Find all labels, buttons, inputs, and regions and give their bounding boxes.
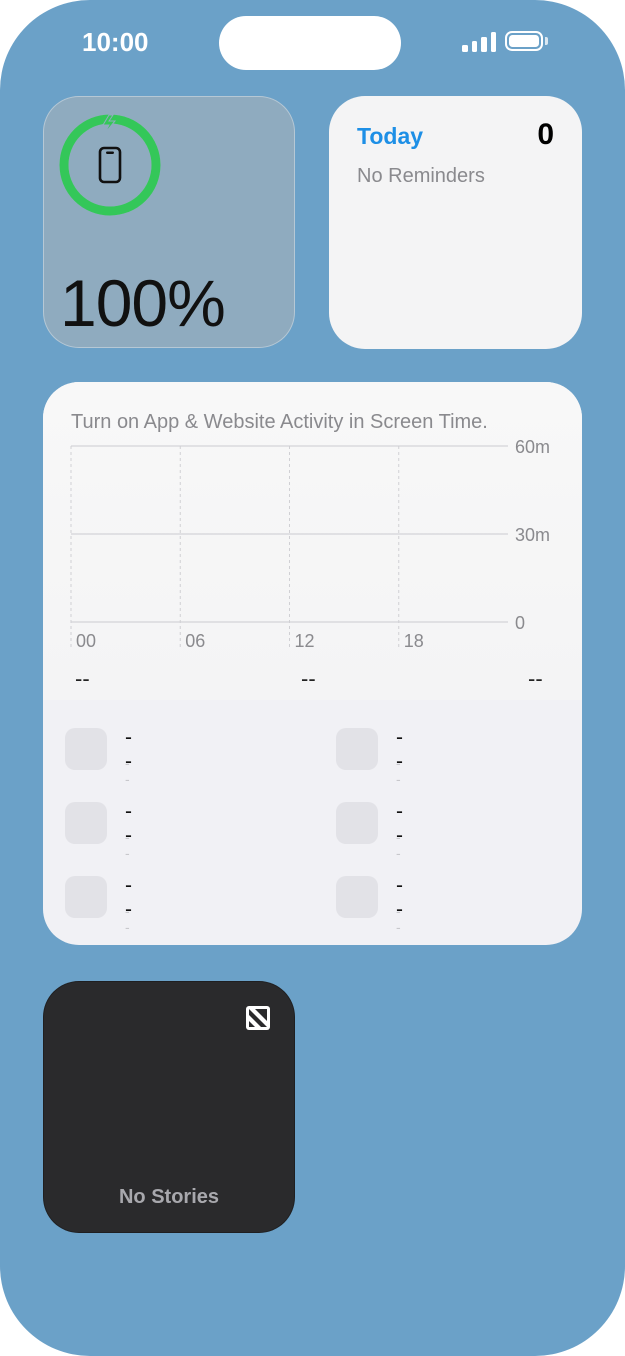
batteries-widget[interactable]: 100% xyxy=(43,96,295,348)
reminders-list-title: Today xyxy=(357,123,424,149)
x-tick-label: 00 xyxy=(76,631,96,651)
battery-percentage: 100% xyxy=(60,266,226,340)
news-widget[interactable]: No Stories xyxy=(43,981,295,1233)
iphone-icon xyxy=(98,146,122,184)
app-time: -- xyxy=(396,829,401,861)
app-time: -- xyxy=(396,903,401,935)
app-icon-placeholder xyxy=(65,802,107,844)
reminders-empty-text: No Reminders xyxy=(357,165,485,187)
app-time: -- xyxy=(125,829,130,861)
app-icon-placeholder xyxy=(336,876,378,918)
news-empty-text: No Stories xyxy=(118,1186,220,1208)
x-tick-label: 18 xyxy=(404,631,424,651)
screen-time-widget[interactable]: Turn on App & Website Activity in Screen… xyxy=(43,382,582,945)
apple-news-icon xyxy=(246,1006,270,1030)
status-time: 10:00 xyxy=(82,27,149,57)
app-time: -- xyxy=(125,903,130,935)
reminders-widget[interactable]: Today 0 No Reminders xyxy=(329,96,582,349)
summary-value-right: -- xyxy=(528,666,543,691)
app-icon-placeholder xyxy=(336,802,378,844)
screen-time-chart: 60m30m000 06 12 18 xyxy=(70,437,550,651)
y-tick-label: 30m xyxy=(515,525,550,545)
app-time: -- xyxy=(125,755,130,787)
summary-value-center: -- xyxy=(301,666,316,691)
x-tick-label: 06 xyxy=(185,631,205,651)
reminders-count: 0 xyxy=(537,118,554,151)
y-tick-label: 0 xyxy=(515,613,525,633)
app-icon-placeholder xyxy=(336,728,378,770)
app-icon-placeholder xyxy=(65,728,107,770)
y-tick-label: 60m xyxy=(515,437,550,457)
battery-nub xyxy=(545,37,548,45)
battery-ring xyxy=(59,114,161,216)
app-icon-placeholder xyxy=(65,876,107,918)
summary-value-left: -- xyxy=(75,666,90,691)
x-tick-label: 12 xyxy=(295,631,315,651)
home-screen: 10:00 100% Today 0 No Reminders Turn on … xyxy=(0,0,625,1356)
dynamic-island xyxy=(219,16,401,70)
app-time: -- xyxy=(396,755,401,787)
battery-status-icon xyxy=(505,31,543,51)
cellular-signal-icon xyxy=(462,32,496,52)
